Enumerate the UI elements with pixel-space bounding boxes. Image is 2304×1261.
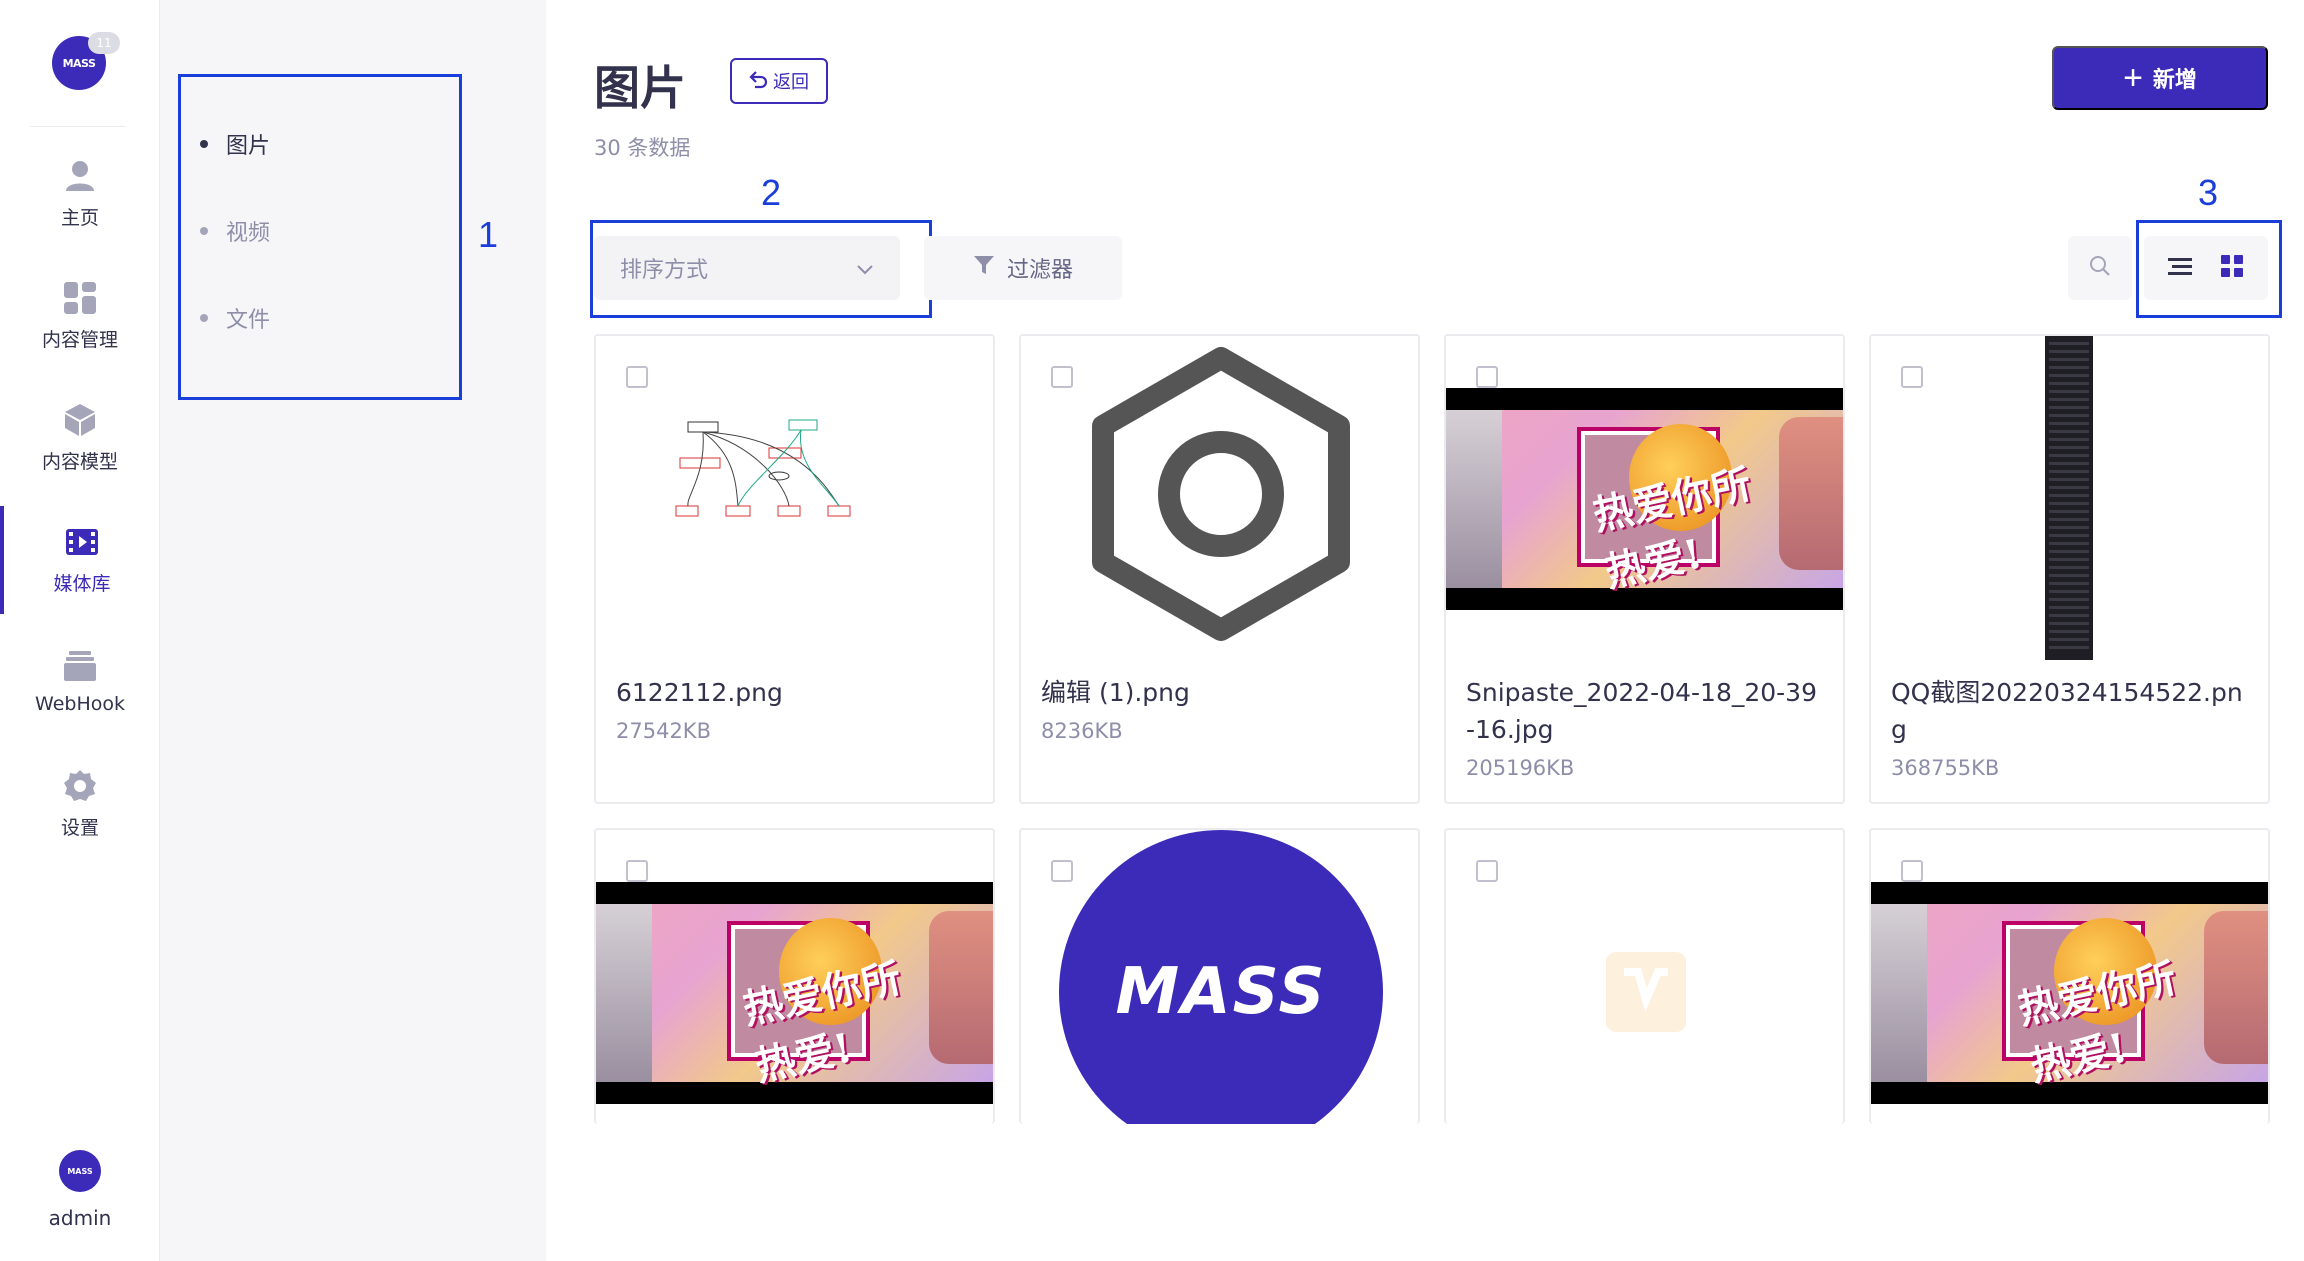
hex-icon [1092, 347, 1350, 641]
card-checkbox[interactable] [1901, 366, 1923, 388]
chevron-down-icon [856, 256, 874, 281]
media-card[interactable]: 6122112.png 27542KB [594, 334, 995, 804]
mass-logo-image: MASS [1059, 830, 1383, 1124]
filter-label: 过滤器 [1006, 258, 1073, 283]
media-card[interactable]: QQ截图20220324154522.png 368755KB [1869, 334, 2270, 804]
filter-button[interactable]: 过滤器 [924, 236, 1122, 300]
card-thumbnail [1021, 336, 1418, 660]
list-icon [2168, 256, 2192, 280]
card-checkbox[interactable] [1051, 366, 1073, 388]
cube-icon [63, 403, 97, 437]
card-thumbnail: 热爱你所热爱! [596, 830, 993, 1124]
grid-icon [63, 281, 97, 315]
media-card[interactable] [1444, 828, 1845, 1124]
card-info: 编辑 (1).png 8236KB [1021, 660, 1418, 761]
nav-label: 设置 [60, 816, 99, 839]
card-info: 6122112.png 27542KB [596, 660, 993, 761]
search-button[interactable] [2068, 236, 2132, 300]
plus-icon: + [2123, 59, 2143, 97]
nav-divider [30, 126, 126, 127]
poster-art: 热爱你所热爱! [596, 904, 993, 1091]
nav-item-content-manager[interactable]: 内容管理 [0, 262, 160, 370]
user-icon [63, 159, 97, 193]
file-size: 205196KB [1466, 756, 1575, 780]
media-card[interactable]: MASS [1019, 828, 1420, 1124]
nav-item-webhook[interactable]: WebHook [0, 628, 160, 736]
card-checkbox[interactable] [626, 860, 648, 882]
app-root: MASS 11 主页 内容管理 内容模型 媒体库 WebHook 设置 MASS… [0, 0, 2304, 1261]
annotation-number-1: 1 [478, 214, 499, 255]
poster-art: 热爱你所热爱! [1871, 904, 2268, 1091]
page-title: 图片 [594, 61, 686, 115]
card-thumbnail: MASS [1021, 830, 1418, 1124]
card-thumbnail [1446, 830, 1843, 1124]
film-icon [65, 525, 99, 559]
diagram-image [675, 419, 851, 517]
undo-icon [749, 69, 769, 94]
media-card[interactable]: 热爱你所热爱! [594, 828, 995, 1124]
card-checkbox[interactable] [626, 366, 648, 388]
add-button[interactable]: + 新增 [2052, 46, 2268, 110]
media-main: 图片 返回 30 条数据 + 新增 排序方式 过滤器 6122112.png 2… [546, 0, 2304, 1261]
nav-label: 内容模型 [41, 450, 118, 473]
nav-item-home[interactable]: 主页 [0, 140, 160, 248]
file-size: 368755KB [1891, 756, 2000, 780]
media-card[interactable]: 编辑 (1).png 8236KB [1019, 334, 1420, 804]
nav-label: 内容管理 [41, 328, 118, 351]
back-label: 返回 [773, 72, 809, 92]
nav-label: 媒体库 [53, 572, 111, 595]
card-checkbox[interactable] [1476, 860, 1498, 882]
file-name: QQ截图20220324154522.png [1891, 678, 2243, 744]
card-thumbnail: 热爱你所热爱! [1446, 336, 1843, 660]
search-icon [2089, 255, 2111, 281]
file-name: 6122112.png [616, 678, 783, 707]
tray-icon [63, 649, 97, 683]
sort-select[interactable]: 排序方式 [594, 236, 900, 300]
record-count: 30 条数据 [594, 136, 691, 160]
annotation-box-1 [178, 74, 462, 400]
file-size: 27542KB [616, 719, 711, 743]
file-size: 8236KB [1041, 719, 1123, 743]
card-checkbox[interactable] [1901, 860, 1923, 882]
card-checkbox[interactable] [1051, 860, 1073, 882]
avatar[interactable]: MASS [59, 1150, 101, 1192]
main-nav: MASS 11 主页 内容管理 内容模型 媒体库 WebHook 设置 MASS… [0, 0, 160, 1261]
list-view-button[interactable] [2158, 246, 2202, 290]
user-menu[interactable]: MASS admin [0, 1150, 160, 1230]
nav-item-settings[interactable]: 设置 [0, 750, 160, 858]
media-card[interactable]: 热爱你所热爱! [1869, 828, 2270, 1124]
gear-icon [63, 769, 97, 803]
file-name: 编辑 (1).png [1041, 678, 1190, 707]
filter-icon [973, 254, 995, 282]
back-button[interactable]: 返回 [730, 58, 828, 104]
nav-label: 主页 [60, 206, 99, 229]
sort-placeholder: 排序方式 [620, 258, 709, 283]
media-card[interactable]: 热爱你所热爱! Snipaste_2022-04-18_20-39-16.jpg… [1444, 334, 1845, 804]
view-toggle [2144, 236, 2268, 300]
card-info: Snipaste_2022-04-18_20-39-16.jpg 205196K… [1446, 660, 1843, 798]
nav-item-content-model[interactable]: 内容模型 [0, 384, 160, 492]
screenshot-image [2045, 336, 2093, 660]
v1-logo-image [1606, 952, 1686, 1032]
add-label: 新增 [2152, 67, 2197, 92]
card-thumbnail [596, 336, 993, 660]
nav-item-media-library[interactable]: 媒体库 [0, 506, 160, 614]
card-thumbnail [1871, 336, 2268, 660]
notification-badge: 11 [88, 32, 120, 54]
nav-label: WebHook [35, 693, 125, 715]
grid-view-button[interactable] [2210, 246, 2254, 290]
poster-art: 热爱你所热爱! [1446, 410, 1843, 597]
card-info: QQ截图20220324154522.png 368755KB [1871, 660, 2268, 798]
username: admin [48, 1206, 112, 1230]
card-thumbnail: 热爱你所热爱! [1871, 830, 2268, 1124]
card-checkbox[interactable] [1476, 366, 1498, 388]
file-name: Snipaste_2022-04-18_20-39-16.jpg [1466, 678, 1817, 744]
grid-icon [2221, 255, 2243, 281]
